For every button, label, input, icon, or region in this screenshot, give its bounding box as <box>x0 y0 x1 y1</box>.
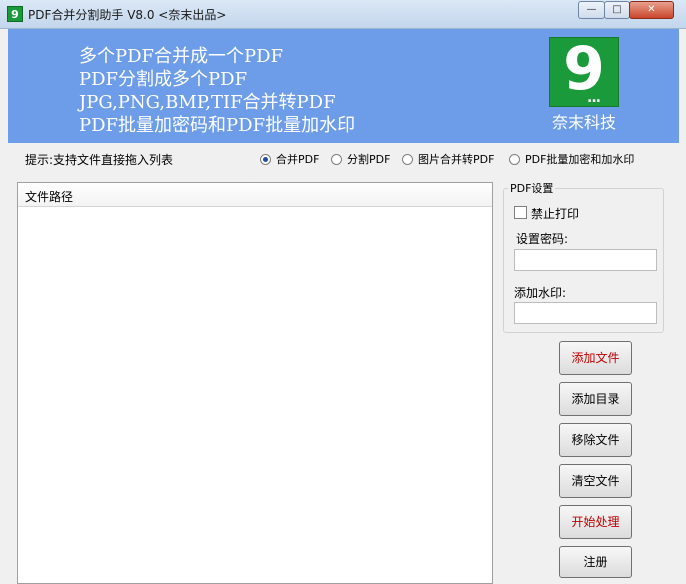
mode-radio-merge[interactable]: 合并PDF <box>260 151 319 167</box>
mode-radio-encrypt[interactable]: PDF批量加密和加水印 <box>509 151 634 167</box>
drag-drop-hint: 提示:支持文件直接拖入列表 <box>25 153 174 167</box>
close-button[interactable]: ✕ <box>629 1 674 19</box>
remove-file-button[interactable]: 移除文件 <box>559 423 632 457</box>
app-window: 9 PDF合并分割助手 V8.0 <奈末出品> — □ ✕ 多个PDF合并成一个… <box>0 0 686 584</box>
maximize-button[interactable]: □ <box>604 1 630 19</box>
pdf-settings-title: PDF设置 <box>508 180 556 196</box>
radio-icon[interactable] <box>402 154 413 165</box>
window-title: PDF合并分割助手 V8.0 <奈末出品> <box>28 8 227 22</box>
watermark-label: 添加水印: <box>514 286 567 300</box>
brand-logo-icon: 9 ... <box>549 34 619 107</box>
brand-caption: 奈末科技 <box>551 113 616 132</box>
mode-label: 合并PDF <box>276 153 320 166</box>
disable-print-checkbox[interactable] <box>514 206 527 219</box>
add-file-button[interactable]: 添加文件 <box>559 341 632 375</box>
watermark-field[interactable] <box>514 302 657 324</box>
mode-radio-image[interactable]: 图片合并转PDF <box>402 151 494 167</box>
password-label: 设置密码: <box>516 232 569 246</box>
feature-banner: 多个PDF合并成一个PDF PDF分割成多个PDF JPG,PNG,BMP,TI… <box>8 29 679 143</box>
register-button[interactable]: 注册 <box>559 546 632 578</box>
app-logo-icon: 9 <box>7 6 23 22</box>
mode-label: PDF批量加密和加水印 <box>525 153 635 166</box>
mode-label: 图片合并转PDF <box>418 153 495 166</box>
disable-print-label[interactable]: 禁止打印 <box>531 205 579 222</box>
start-button[interactable]: 开始处理 <box>559 505 632 539</box>
file-list-header[interactable]: 文件路径 <box>18 183 492 207</box>
mode-radio-split[interactable]: 分割PDF <box>331 151 390 167</box>
file-list[interactable]: 文件路径 <box>17 182 493 584</box>
radio-icon[interactable] <box>331 154 342 165</box>
mode-label: 分割PDF <box>347 153 391 166</box>
logo-glyph: 9 <box>563 34 605 104</box>
minimize-button[interactable]: — <box>578 1 605 19</box>
add-folder-button[interactable]: 添加目录 <box>559 382 632 416</box>
title-bar[interactable]: 9 PDF合并分割助手 V8.0 <奈末出品> — □ ✕ <box>0 0 686 29</box>
radio-checked-icon[interactable] <box>260 154 271 165</box>
clear-files-button[interactable]: 清空文件 <box>559 464 632 498</box>
password-field[interactable] <box>514 249 657 271</box>
logo-dots: ... <box>587 90 601 106</box>
banner-line-encrypt: PDF批量加密码和PDF批量加水印 <box>79 115 356 136</box>
radio-icon[interactable] <box>509 154 520 165</box>
file-path-column-header: 文件路径 <box>25 190 74 204</box>
